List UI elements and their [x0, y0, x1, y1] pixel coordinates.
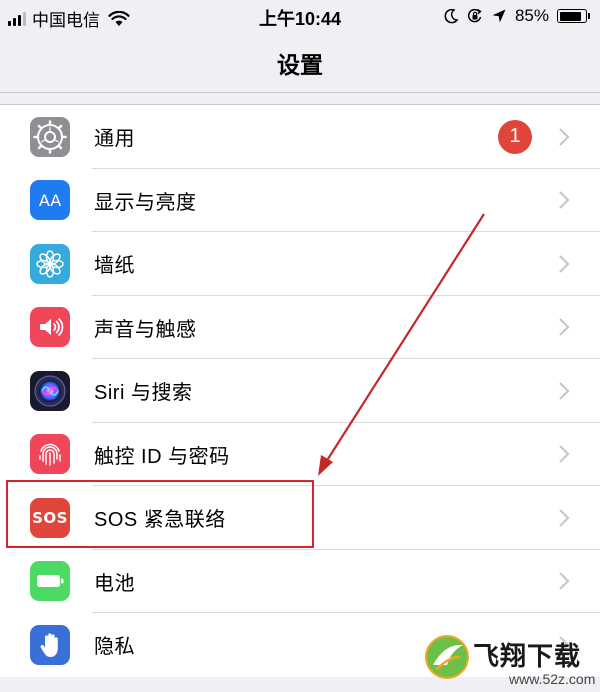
chevron-right-icon	[559, 191, 570, 210]
fingerprint-icon	[30, 434, 70, 475]
watermark: 飞翔下载 www.52z.com	[425, 633, 600, 692]
settings-row-battery[interactable]: 电池	[0, 550, 600, 613]
settings-list: 通用 1 AA 显示与亮度 墙纸 声音与触感 Siri 与搜索 触控 ID 与密…	[0, 104, 600, 677]
battery-fill	[559, 11, 581, 21]
gear-icon	[30, 116, 70, 157]
chevron-right-icon	[559, 572, 570, 591]
settings-row-label: 通用	[94, 128, 135, 151]
battery-indicator-icon	[557, 9, 590, 23]
page-title: 设置	[277, 52, 323, 78]
chevron-right-icon	[559, 254, 570, 273]
settings-row-sounds[interactable]: 声音与触感	[0, 296, 600, 359]
settings-row-general[interactable]: 通用 1	[0, 105, 600, 169]
orientation-lock-icon	[467, 8, 482, 23]
chevron-right-icon	[559, 318, 570, 337]
settings-row-label: 隐私	[94, 636, 135, 659]
settings-row-siri[interactable]: Siri 与搜索	[0, 359, 600, 423]
settings-row-label: Siri 与搜索	[94, 382, 193, 405]
location-arrow-icon	[492, 9, 506, 23]
chevron-right-icon	[559, 381, 570, 400]
text-size-icon: AA	[30, 180, 70, 221]
settings-row-label: 电池	[94, 572, 135, 595]
siri-icon	[30, 370, 70, 411]
battery-icon	[30, 561, 70, 602]
watermark-logo-icon	[425, 635, 469, 679]
settings-row-label: 显示与亮度	[94, 191, 197, 214]
battery-percent: 85%	[514, 6, 549, 25]
moon-icon	[444, 8, 459, 24]
settings-row-display[interactable]: AA 显示与亮度	[0, 169, 600, 232]
flower-icon	[30, 243, 70, 284]
nav-divider	[0, 92, 600, 93]
watermark-title: 飞翔下载	[473, 641, 582, 671]
watermark-url: www.52z.com	[509, 671, 596, 687]
settings-row-label: 声音与触感	[94, 318, 197, 341]
notification-badge: 1	[498, 119, 532, 154]
chevron-right-icon	[559, 445, 570, 464]
settings-row-touch-id[interactable]: 触控 ID 与密码	[0, 423, 600, 486]
chevron-right-icon	[559, 508, 570, 527]
status-right: 85%	[443, 6, 590, 26]
annotation-highlight-box	[6, 480, 314, 548]
speaker-icon	[30, 307, 70, 348]
chevron-right-icon	[559, 127, 570, 146]
settings-row-label: 触控 ID 与密码	[94, 445, 230, 468]
hand-icon	[30, 624, 70, 665]
status-bar: 中国电信 上午10:44 85%	[0, 0, 600, 34]
settings-row-wallpaper[interactable]: 墙纸	[0, 232, 600, 296]
settings-row-label: 墙纸	[94, 255, 135, 278]
